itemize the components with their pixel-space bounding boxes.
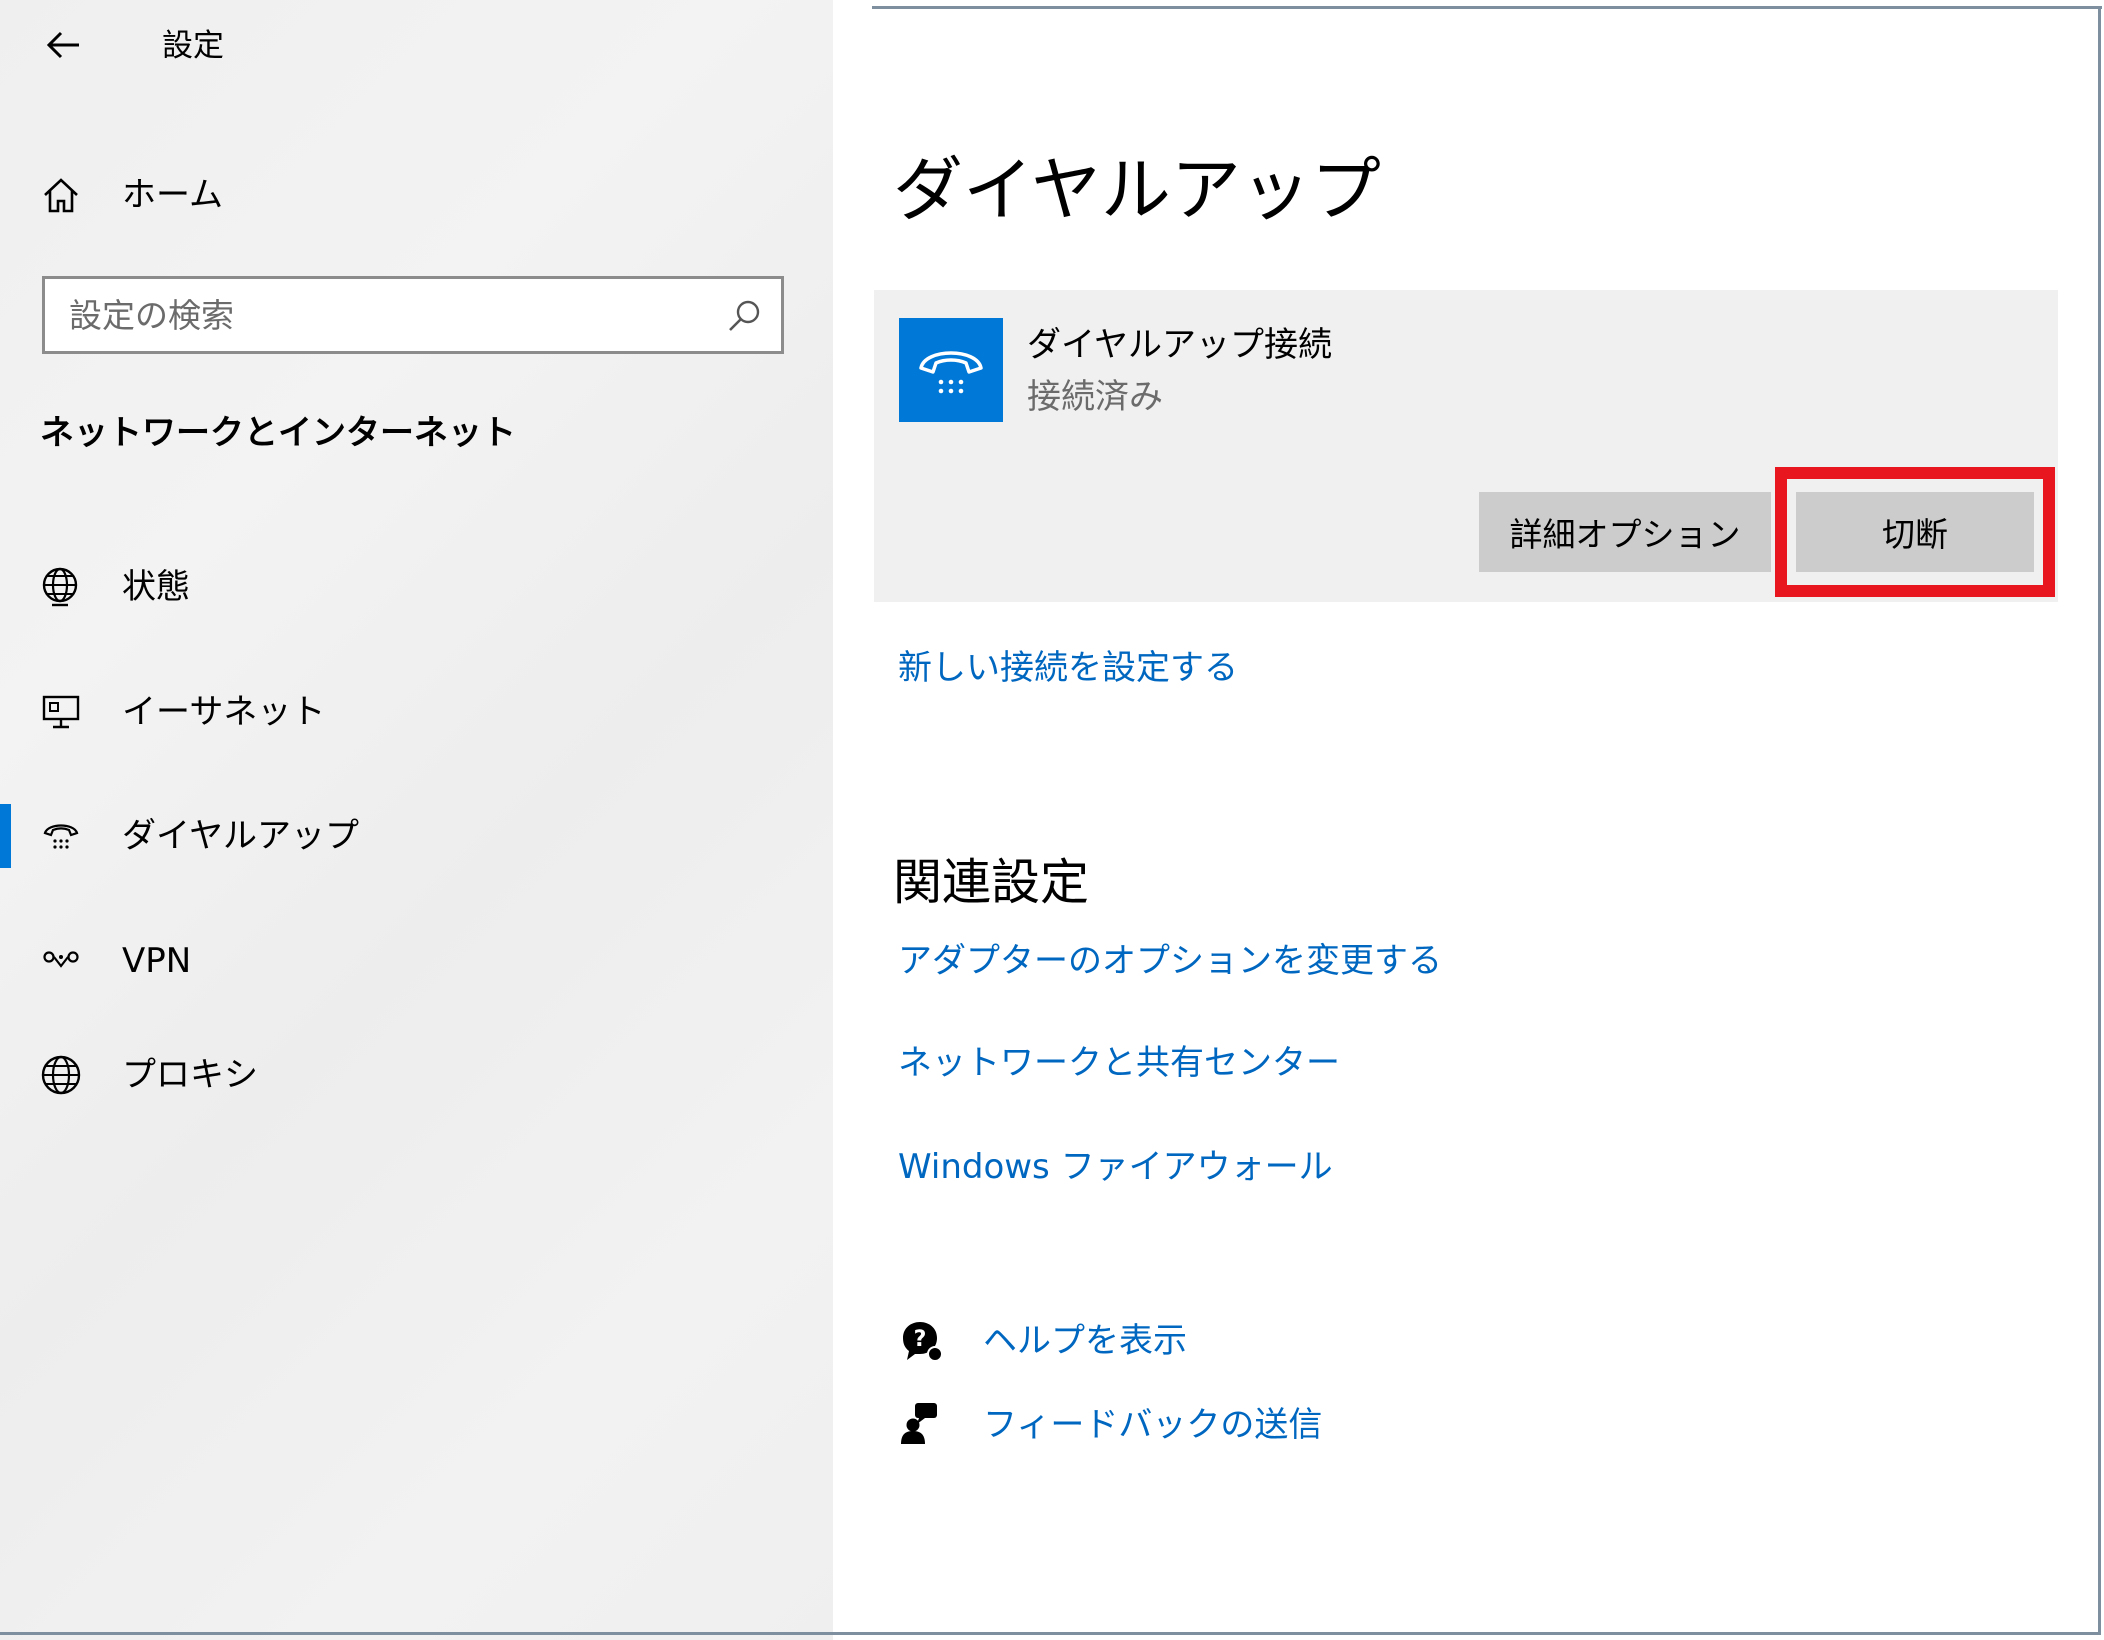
show-help-link[interactable]: ヘルプを表示: [983, 1316, 1187, 1366]
back-arrow-icon: [46, 31, 79, 59]
sidebar-item-dialup[interactable]: ダイヤルアップ: [0, 791, 833, 881]
sidebar-item-proxy[interactable]: プロキシ: [0, 1030, 833, 1120]
help-icon: ?: [897, 1318, 943, 1364]
sidebar-item-vpn[interactable]: VPN: [0, 916, 833, 1006]
sidebar-item-label: ダイヤルアップ: [122, 816, 359, 856]
adapter-options-link[interactable]: アダプターのオプションを変更する: [898, 936, 1442, 986]
section-title: ネットワークとインターネット: [40, 413, 516, 453]
globe-icon: [38, 1052, 84, 1098]
sidebar-item-label: 状態: [122, 567, 190, 607]
phone-icon: [899, 318, 1003, 422]
related-settings-title: 関連設定: [893, 854, 1090, 911]
send-feedback-link[interactable]: フィードバックの送信: [983, 1400, 1322, 1450]
search-icon[interactable]: [725, 297, 763, 335]
sidebar: 設定 ホーム ネットワークとインターネット 状態: [0, 0, 833, 1640]
windows-firewall-link[interactable]: Windows ファイアウォール: [898, 1142, 1333, 1192]
vpn-icon: [38, 938, 84, 984]
page-title: ダイヤルアップ: [893, 149, 1381, 231]
dialup-icon: [38, 813, 84, 859]
search-box[interactable]: [42, 276, 784, 354]
home-icon: [38, 172, 84, 218]
connection-status: 接続済み: [1027, 377, 1163, 417]
app-title: 設定: [162, 28, 224, 64]
ethernet-icon: [38, 689, 84, 735]
feedback-icon: [897, 1400, 943, 1446]
window-frame-right: [2098, 6, 2101, 1634]
sidebar-item-label: プロキシ: [122, 1055, 258, 1095]
advanced-options-button[interactable]: 詳細オプション: [1479, 492, 1771, 572]
sidebar-item-label: イーサネット: [122, 692, 326, 732]
back-button[interactable]: [38, 20, 88, 70]
new-connection-link[interactable]: 新しい接続を設定する: [898, 643, 1238, 693]
window-frame-top: [872, 6, 2102, 9]
connection-name: ダイヤルアップ接続: [1027, 325, 1332, 365]
network-sharing-center-link[interactable]: ネットワークと共有センター: [898, 1038, 1340, 1088]
sidebar-item-label: VPN: [122, 941, 192, 981]
sidebar-item-status[interactable]: 状態: [0, 542, 833, 632]
globe-status-icon: [38, 564, 84, 610]
sidebar-item-ethernet[interactable]: イーサネット: [0, 667, 833, 757]
sidebar-item-home[interactable]: ホーム: [0, 160, 833, 230]
highlight-annotation: [1775, 467, 2055, 597]
search-input[interactable]: [69, 279, 709, 351]
svg-text:?: ?: [914, 1327, 927, 1352]
window-frame-bottom: [0, 1632, 2101, 1635]
sidebar-item-label: ホーム: [122, 175, 223, 215]
